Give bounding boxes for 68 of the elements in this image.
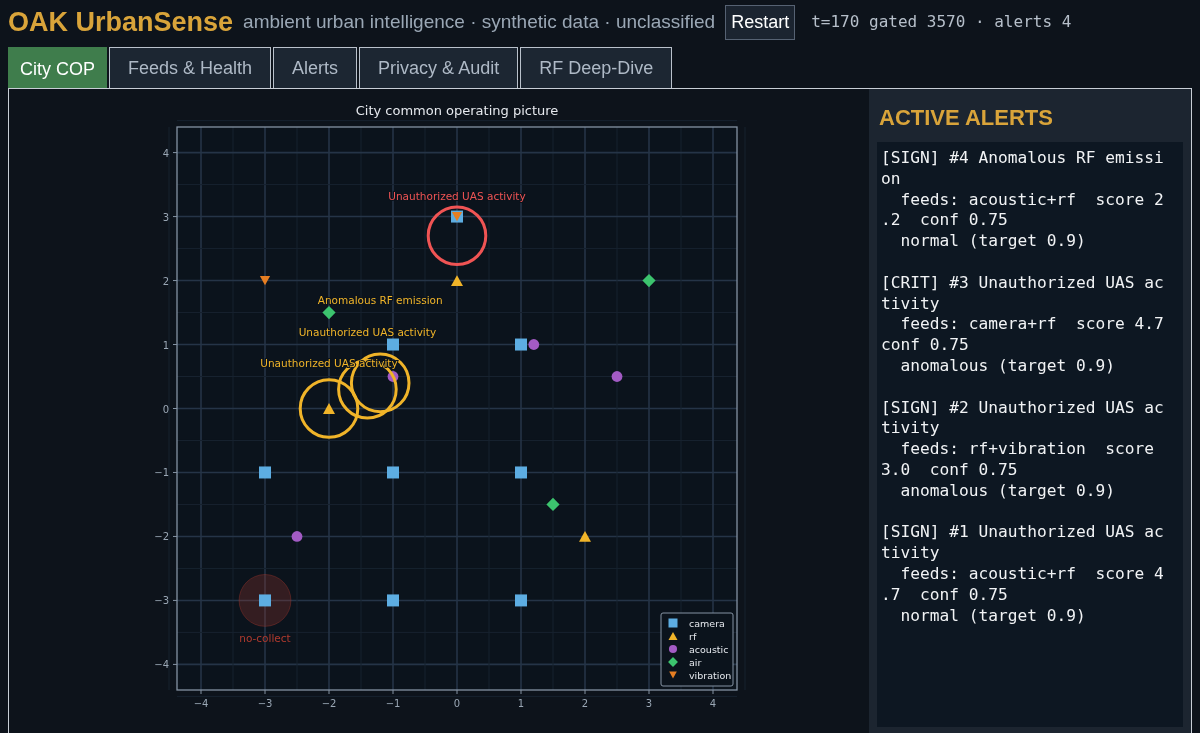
axis-tick-label: 2 — [162, 275, 169, 287]
panel-heading: ACTIVE ALERTS — [879, 104, 1054, 132]
data-point — [515, 594, 527, 607]
triangle-marker — [259, 275, 271, 286]
data-point — [259, 594, 271, 607]
axis-tick-label: 3 — [162, 211, 169, 223]
zone-label: no-collect — [239, 631, 291, 644]
alert-ring — [426, 205, 488, 267]
data-point — [515, 466, 527, 479]
legend-label: acoustic — [689, 643, 729, 655]
data-point — [259, 466, 271, 479]
axis-tick-label: −2 — [154, 531, 169, 543]
app-subtitle: ambient urban intelligence · synthetic data · unclassified — [243, 9, 716, 34]
data-point — [579, 531, 591, 542]
axis-tick-label: 3 — [645, 698, 653, 709]
axis-tick-label: −2 — [321, 698, 337, 709]
axis-tick-label: 4 — [162, 147, 169, 159]
data-point — [611, 371, 623, 382]
data-point — [387, 371, 399, 382]
alert-status: anomalous (target 0.9) — [899, 355, 1116, 377]
axis-tick-label: 0 — [453, 698, 461, 709]
axis-tick-label: −3 — [154, 595, 169, 607]
restart-button[interactable]: Restart — [725, 4, 796, 40]
legend-marker-icon — [668, 618, 678, 628]
tab[interactable]: Alerts — [273, 47, 358, 88]
data-point — [546, 497, 560, 512]
legend-label: air — [689, 656, 702, 668]
data-point — [528, 339, 540, 350]
axis-tick-label: 1 — [517, 698, 525, 709]
tab[interactable]: Privacy & Audit — [359, 47, 519, 88]
axis-tick-label: −1 — [385, 698, 401, 709]
axis-tick-label: 1 — [162, 339, 169, 351]
no-collect-zone — [238, 574, 292, 627]
data-point — [291, 531, 303, 542]
axis-tick-label: 0 — [162, 403, 169, 415]
axis-tick-label: −3 — [257, 698, 273, 709]
legend-label: vibration — [689, 669, 732, 681]
legend-label: camera — [689, 617, 725, 629]
legend-marker-icon — [668, 644, 678, 654]
axis-tick-label: −4 — [193, 698, 209, 709]
alert-label: Unauthorized UAS activity — [298, 325, 437, 338]
status-text: t=170 gated 3570 · alerts 4 — [811, 11, 1072, 33]
tab[interactable]: City COP — [8, 47, 107, 88]
data-point — [323, 403, 335, 414]
data-point — [322, 305, 336, 320]
legend-label: rf — [689, 630, 697, 642]
tab[interactable]: Feeds & Health — [109, 47, 272, 88]
legend-marker-icon — [668, 631, 678, 641]
alert-status: anomalous (target 0.9) — [899, 480, 1116, 502]
axis-tick-label: 2 — [581, 698, 589, 709]
legend-marker-icon — [668, 657, 678, 667]
alert-label: Anomalous RF emission — [317, 293, 443, 306]
legend-marker-icon — [669, 671, 677, 679]
data-point — [642, 273, 656, 288]
data-point — [451, 275, 463, 286]
axis-tick-label: 4 — [709, 698, 717, 709]
axis-tick-label: −1 — [154, 467, 169, 479]
alert-status: normal (target 0.9) — [899, 231, 1087, 252]
data-point — [387, 466, 399, 479]
app-title: OAK UrbanSense — [8, 5, 234, 39]
alert-label: Unauthorized UAS activity — [388, 190, 526, 203]
axis-tick-label: −4 — [154, 659, 169, 671]
alert-ring — [337, 359, 398, 420]
alert-ring — [298, 378, 360, 439]
tab[interactable]: RF Deep-Dive — [520, 47, 673, 88]
data-point — [387, 594, 399, 607]
chart-title: City common operating picture — [355, 103, 559, 118]
alert-status: normal (target 0.9) — [899, 605, 1087, 627]
